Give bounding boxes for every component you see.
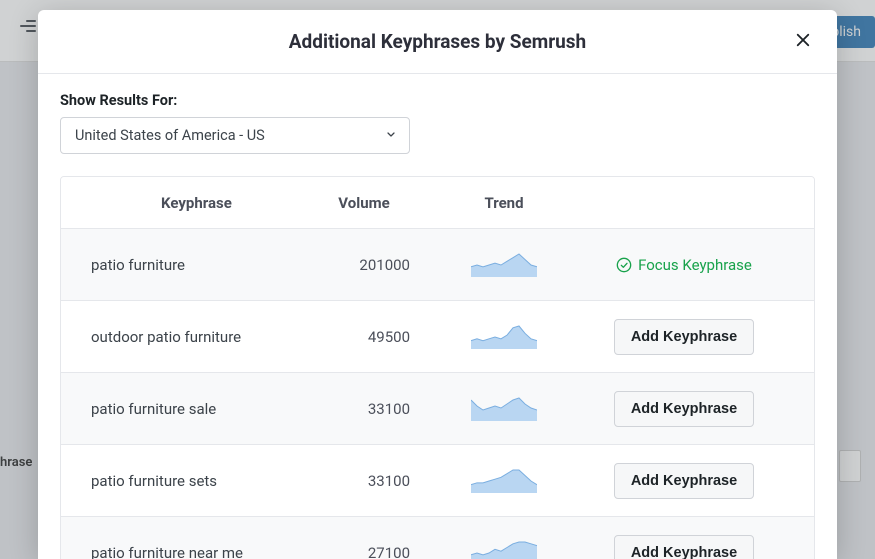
sparkline-icon — [471, 253, 537, 277]
add-keyphrase-button[interactable]: Add Keyphrase — [614, 463, 754, 499]
column-keyphrase: Keyphrase — [91, 194, 304, 212]
keyphrases-modal: Additional Keyphrases by Semrush Show Re… — [38, 10, 837, 559]
cell-keyphrase: patio furniture — [91, 256, 304, 274]
cell-action: Focus Keyphrase — [584, 256, 784, 274]
table-row: patio furniture sets33100 Add Keyphrase — [61, 445, 814, 517]
cell-trend — [424, 253, 584, 277]
sparkline-icon — [471, 325, 537, 349]
cell-keyphrase: patio furniture sets — [91, 472, 304, 490]
cell-keyphrase: outdoor patio furniture — [91, 328, 304, 346]
column-trend: Trend — [424, 194, 584, 212]
check-circle-icon — [616, 257, 632, 273]
cell-trend — [424, 397, 584, 421]
country-select[interactable]: United States of America - US — [60, 117, 410, 154]
table-row: patio furniture near me27100 Add Keyphra… — [61, 517, 814, 559]
column-volume: Volume — [304, 194, 424, 212]
add-keyphrase-button[interactable]: Add Keyphrase — [614, 535, 754, 559]
cell-trend — [424, 541, 584, 559]
table-row: patio furniture201000 Focus Keyphrase — [61, 229, 814, 301]
add-keyphrase-button[interactable]: Add Keyphrase — [614, 391, 754, 427]
cell-trend — [424, 325, 584, 349]
close-icon — [794, 31, 812, 49]
cell-volume: 49500 — [304, 328, 424, 346]
background-input-fragment — [839, 450, 861, 482]
modal-body: Show Results For: United States of Ameri… — [38, 74, 837, 559]
sidebar-label-fragment: hrase — [0, 455, 32, 470]
cell-action: Add Keyphrase — [584, 391, 784, 427]
filter-label: Show Results For: — [60, 92, 815, 109]
modal-title: Additional Keyphrases by Semrush — [62, 30, 813, 53]
cell-action: Add Keyphrase — [584, 463, 784, 499]
country-select-value: United States of America - US — [75, 127, 265, 144]
table-header: Keyphrase Volume Trend — [61, 177, 814, 229]
cell-trend — [424, 469, 584, 493]
cell-volume: 201000 — [304, 256, 424, 274]
cell-volume: 33100 — [304, 472, 424, 490]
chevron-down-icon — [385, 127, 397, 144]
sparkline-icon — [471, 541, 537, 559]
modal-header: Additional Keyphrases by Semrush — [38, 10, 837, 74]
table-row: patio furniture sale33100 Add Keyphrase — [61, 373, 814, 445]
cell-action: Add Keyphrase — [584, 319, 784, 355]
menu-icon[interactable] — [20, 20, 36, 32]
cell-volume: 27100 — [304, 544, 424, 559]
close-button[interactable] — [789, 26, 817, 54]
cell-action: Add Keyphrase — [584, 535, 784, 559]
add-keyphrase-button[interactable]: Add Keyphrase — [614, 319, 754, 355]
cell-keyphrase: patio furniture sale — [91, 400, 304, 418]
sparkline-icon — [471, 397, 537, 421]
focus-keyphrase-label: Focus Keyphrase — [616, 256, 752, 274]
table-row: outdoor patio furniture49500 Add Keyphra… — [61, 301, 814, 373]
cell-volume: 33100 — [304, 400, 424, 418]
sparkline-icon — [471, 469, 537, 493]
cell-keyphrase: patio furniture near me — [91, 544, 304, 559]
keyphrase-table: Keyphrase Volume Trend patio furniture20… — [60, 176, 815, 559]
